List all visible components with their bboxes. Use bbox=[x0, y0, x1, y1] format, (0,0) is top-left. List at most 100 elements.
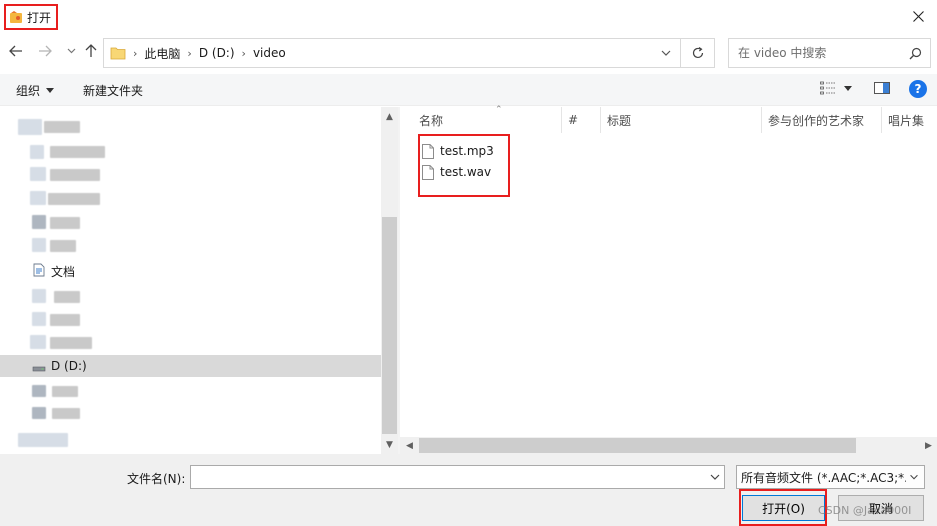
file-list[interactable]: ⌃ 名称 # 标题 参与创作的艺术家 唱片集 test.mp3 test.wav bbox=[400, 105, 937, 454]
obscured-nav-item bbox=[50, 337, 92, 349]
file-type-select[interactable]: 所有音频文件 (*.AAC;*.AC3;*.A bbox=[736, 465, 925, 489]
column-header-label: 唱片集 bbox=[888, 113, 925, 128]
details-view-icon bbox=[820, 81, 836, 95]
column-header-name[interactable]: ⌃ 名称 bbox=[413, 105, 562, 133]
column-header-title[interactable]: 标题 bbox=[601, 107, 762, 133]
obscured-nav-item bbox=[52, 408, 80, 419]
address-dropdown-icon[interactable] bbox=[660, 47, 672, 59]
search-box[interactable] bbox=[728, 38, 931, 68]
obscured-nav-item bbox=[32, 312, 46, 326]
search-input[interactable] bbox=[738, 46, 898, 60]
obscured-nav-item bbox=[30, 167, 46, 181]
up-button[interactable] bbox=[82, 42, 100, 60]
app-icon bbox=[10, 11, 22, 23]
forward-button[interactable] bbox=[36, 42, 54, 60]
address-row: › 此电脑 › D (D:) › video bbox=[0, 32, 937, 72]
column-header-label: 参与创作的艺术家 bbox=[768, 113, 865, 128]
obscured-nav-item bbox=[50, 169, 100, 181]
scroll-down-icon[interactable]: ▼ bbox=[385, 440, 394, 450]
refresh-button[interactable] bbox=[681, 38, 715, 68]
command-bar: 组织 新建文件夹 ? bbox=[0, 74, 937, 106]
back-button[interactable] bbox=[7, 42, 25, 60]
obscured-nav-item bbox=[32, 289, 46, 303]
organize-menu[interactable]: 组织 bbox=[16, 82, 55, 99]
file-type-value: 所有音频文件 (*.AAC;*.AC3;*.A bbox=[741, 470, 917, 485]
scroll-left-icon[interactable]: ◀ bbox=[405, 441, 414, 451]
obscured-nav-item bbox=[18, 119, 42, 135]
title-bar: 打开 bbox=[0, 0, 937, 32]
file-name: test.wav bbox=[440, 165, 492, 179]
file-icon bbox=[422, 143, 434, 159]
obscured-nav-item bbox=[18, 433, 68, 447]
breadcrumb-this-pc[interactable]: 此电脑 bbox=[144, 45, 180, 62]
open-button[interactable]: 打开(O) bbox=[742, 495, 825, 521]
watermark: CSDN @Java000I bbox=[818, 504, 912, 517]
obscured-nav-item bbox=[32, 215, 46, 229]
refresh-icon bbox=[692, 47, 703, 59]
scrollbar-thumb[interactable] bbox=[419, 438, 856, 453]
window-title-highlight: 打开 bbox=[4, 4, 59, 30]
help-button[interactable]: ? bbox=[909, 80, 927, 98]
obscured-nav-item bbox=[50, 314, 80, 326]
search-icon[interactable] bbox=[909, 47, 922, 60]
column-header-number[interactable]: # bbox=[562, 107, 601, 133]
new-folder-label: 新建文件夹 bbox=[83, 84, 144, 98]
filename-label: 文件名(N): bbox=[127, 472, 186, 486]
obscured-nav-item bbox=[30, 335, 46, 349]
obscured-nav-item bbox=[44, 121, 80, 133]
column-header-label: # bbox=[568, 113, 579, 127]
address-bar[interactable]: › 此电脑 › D (D:) › video bbox=[103, 38, 681, 68]
file-item-mp3[interactable]: test.mp3 bbox=[422, 141, 494, 161]
organize-label: 组织 bbox=[16, 84, 41, 98]
obscured-nav-item bbox=[50, 240, 76, 252]
nav-item-documents[interactable]: 文档 bbox=[0, 259, 381, 281]
breadcrumb-video[interactable]: video bbox=[253, 46, 286, 60]
filename-combobox[interactable] bbox=[190, 465, 725, 489]
column-header-label: 名称 bbox=[419, 113, 444, 128]
scroll-up-icon[interactable]: ▲ bbox=[385, 112, 394, 122]
nav-item-drive-d[interactable]: D (D:) bbox=[0, 355, 381, 377]
column-header-artists[interactable]: 参与创作的艺术家 bbox=[762, 107, 882, 133]
obscured-nav-item bbox=[30, 191, 46, 205]
file-list-hscrollbar[interactable]: ◀ ▶ bbox=[400, 437, 937, 454]
filename-input[interactable] bbox=[195, 467, 695, 487]
nav-pane-scrollbar[interactable]: ▲ ▼ bbox=[381, 107, 398, 454]
obscured-nav-item bbox=[52, 386, 78, 397]
caret-down-icon bbox=[46, 88, 55, 93]
obscured-nav-item bbox=[50, 217, 80, 229]
close-icon bbox=[912, 10, 924, 22]
document-icon bbox=[33, 263, 45, 277]
caret-down-icon bbox=[844, 85, 852, 91]
obscured-nav-item bbox=[50, 146, 105, 158]
breadcrumb-separator: › bbox=[133, 46, 138, 60]
obscured-nav-item bbox=[32, 407, 46, 419]
preview-pane-icon bbox=[874, 82, 890, 94]
recent-locations-button[interactable] bbox=[62, 42, 80, 60]
chevron-down-icon bbox=[67, 48, 75, 54]
close-button[interactable] bbox=[905, 4, 931, 28]
column-header-label: 标题 bbox=[607, 113, 632, 128]
arrow-left-icon bbox=[9, 45, 22, 57]
scrollbar-thumb[interactable] bbox=[382, 217, 397, 434]
breadcrumb-separator: › bbox=[241, 46, 246, 60]
file-item-wav[interactable]: test.wav bbox=[422, 162, 491, 182]
preview-pane-button[interactable] bbox=[874, 81, 890, 95]
column-header-album[interactable]: 唱片集 bbox=[882, 107, 937, 133]
chevron-down-icon[interactable] bbox=[710, 472, 720, 482]
view-options-button[interactable] bbox=[820, 81, 852, 95]
chevron-down-icon bbox=[906, 472, 920, 482]
scroll-right-icon[interactable]: ▶ bbox=[924, 441, 933, 451]
file-name: test.mp3 bbox=[440, 144, 494, 158]
navigation-pane[interactable]: 文档 D (D:) bbox=[0, 107, 398, 454]
arrow-right-icon bbox=[39, 45, 52, 57]
nav-item-label: 文档 bbox=[51, 265, 76, 279]
obscured-nav-item bbox=[48, 193, 100, 205]
obscured-nav-item bbox=[54, 291, 80, 303]
folder-icon bbox=[110, 47, 126, 60]
new-folder-button[interactable]: 新建文件夹 bbox=[83, 82, 143, 99]
arrow-up-icon bbox=[85, 44, 97, 57]
breadcrumb-drive-d[interactable]: D (D:) bbox=[199, 46, 235, 60]
sort-ascending-icon: ⌃ bbox=[495, 105, 503, 115]
file-icon bbox=[422, 164, 434, 180]
drive-icon bbox=[32, 366, 46, 372]
